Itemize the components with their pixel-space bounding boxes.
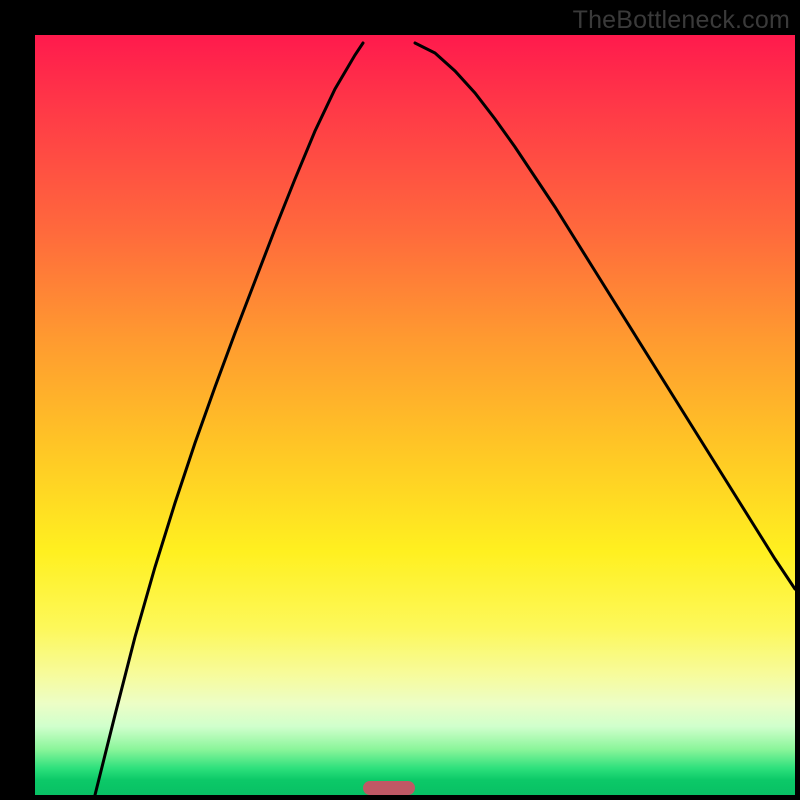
minimum-marker: [363, 781, 415, 795]
chart-frame: TheBottleneck.com: [0, 0, 800, 800]
plot-area: [35, 35, 795, 795]
left-curve: [95, 43, 363, 795]
watermark-text: TheBottleneck.com: [573, 6, 790, 35]
curve-layer: [35, 35, 795, 795]
right-curve: [415, 43, 795, 589]
